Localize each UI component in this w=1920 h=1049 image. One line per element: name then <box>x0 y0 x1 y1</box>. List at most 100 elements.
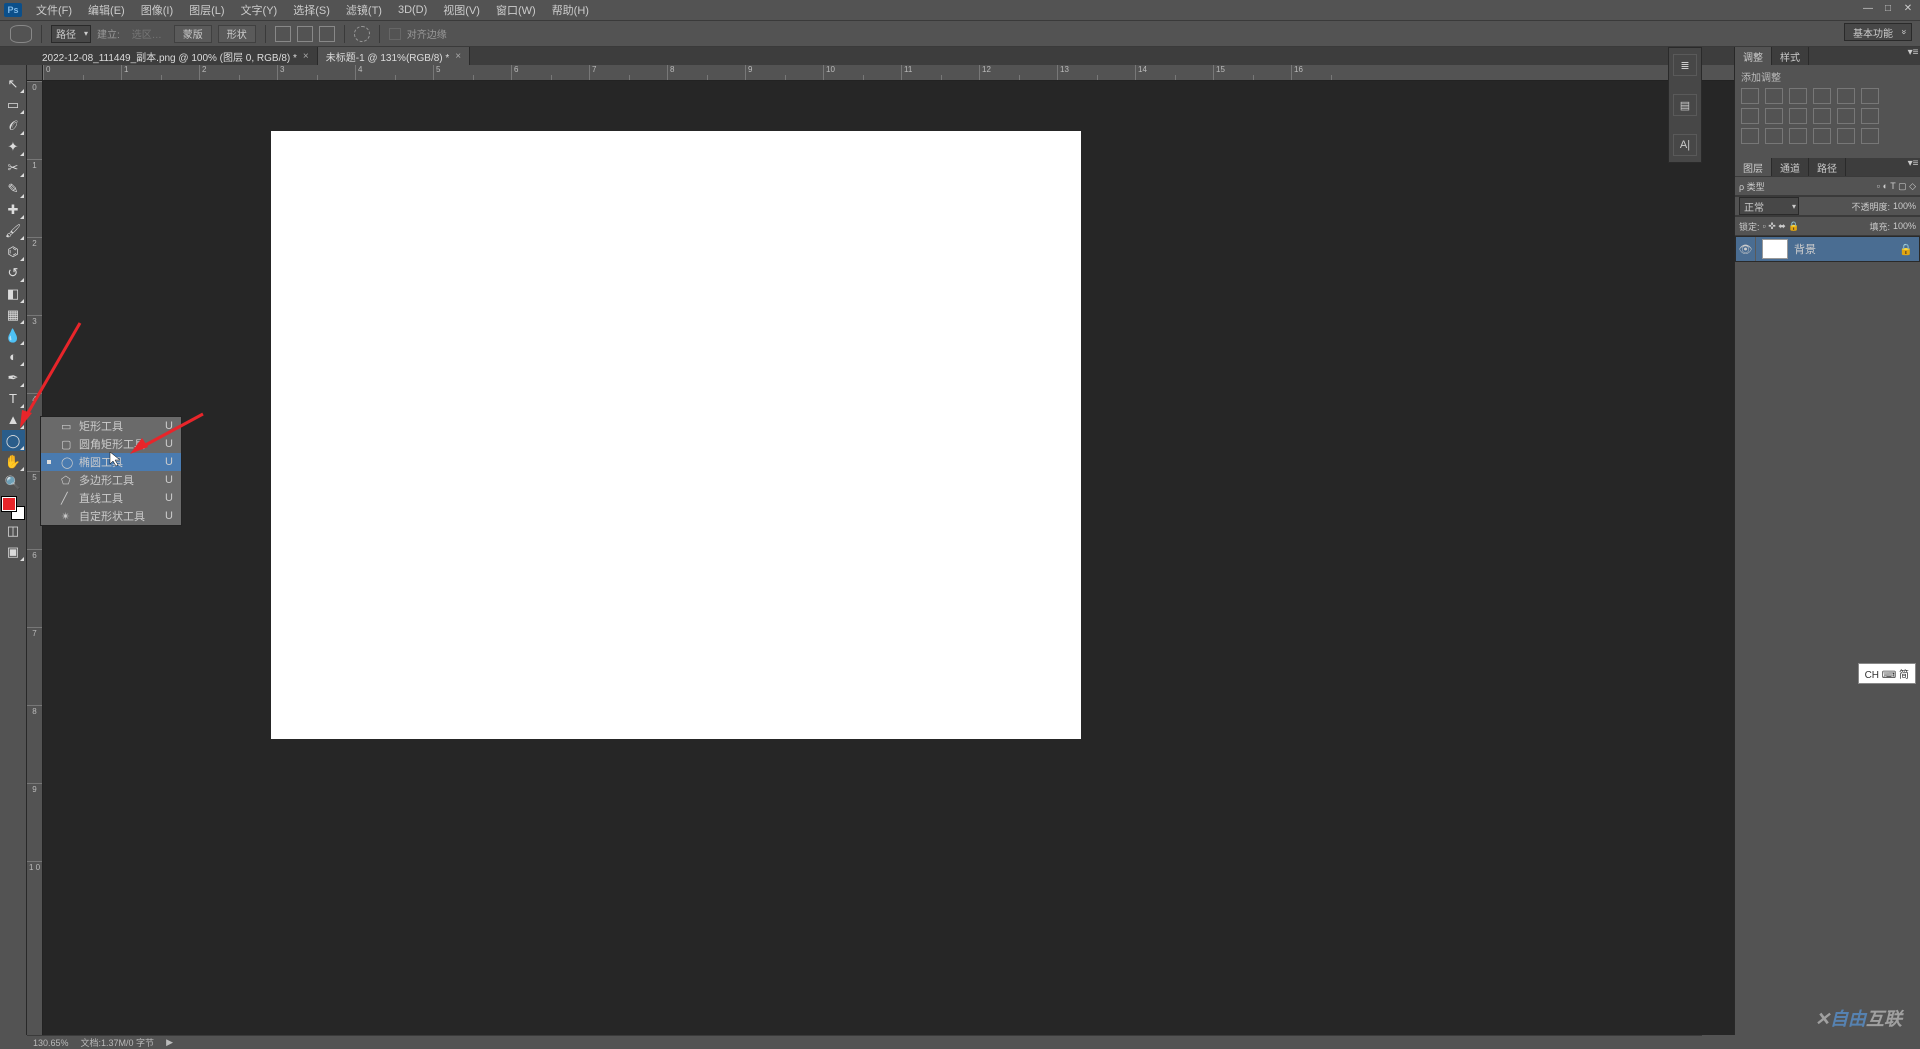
screen-mode-tool[interactable]: ▣ <box>2 541 25 562</box>
ellipse-tool-icon[interactable] <box>10 25 32 43</box>
adjustment-icon[interactable] <box>1861 88 1879 104</box>
workspace-select[interactable]: 基本功能 <box>1844 23 1912 41</box>
tab-1[interactable]: 2022-12-08_111449_副本.png @ 100% (图层 0, R… <box>34 47 318 65</box>
panels: 调整 样式 ▾≡ 添加调整 图层 通道 路径 ▾≡ ρ 类型 ▫ ◐ T ▢ ◇… <box>1734 47 1920 1035</box>
tab-paths[interactable]: 路径 <box>1809 158 1846 176</box>
dock-character-icon[interactable]: A| <box>1673 134 1697 156</box>
adjustment-icon[interactable] <box>1813 88 1831 104</box>
menu-select[interactable]: 选择(S) <box>285 0 338 20</box>
ruler-horizontal[interactable]: 012345678910111213141516 <box>43 65 1920 81</box>
adjustment-icon[interactable] <box>1765 128 1783 144</box>
layer-kind-select[interactable]: ρ 类型 <box>1739 180 1765 193</box>
document-tabs: 2022-12-08_111449_副本.png @ 100% (图层 0, R… <box>0 47 1920 65</box>
fg-color-swatch[interactable] <box>2 497 16 511</box>
menu-view[interactable]: 视图(V) <box>435 0 488 20</box>
tab-channels[interactable]: 通道 <box>1772 158 1809 176</box>
adjustment-icon[interactable] <box>1837 108 1855 124</box>
ime-indicator[interactable]: CH ⌨ 简 <box>1858 663 1916 684</box>
ps-logo: Ps <box>4 3 22 17</box>
adjustment-icon[interactable] <box>1789 88 1807 104</box>
adjustment-icon[interactable] <box>1741 88 1759 104</box>
menu-window[interactable]: 窗口(W) <box>488 0 544 20</box>
dock-color-icon[interactable]: ▤ <box>1673 94 1697 116</box>
adjustment-icon[interactable] <box>1861 128 1879 144</box>
selection-button[interactable]: 选区… <box>126 26 168 41</box>
adjustment-icon[interactable] <box>1813 128 1831 144</box>
heal-tool[interactable]: ✚ <box>2 199 25 220</box>
adjustment-icon[interactable] <box>1741 108 1759 124</box>
stamp-tool[interactable]: ⌬ <box>2 241 25 262</box>
tab-layers[interactable]: 图层 <box>1735 158 1772 176</box>
adjustment-icon[interactable] <box>1837 128 1855 144</box>
maximize-button[interactable]: □ <box>1882 2 1894 14</box>
color-swatches[interactable] <box>2 497 25 520</box>
menu-3d[interactable]: 3D(D) <box>390 0 435 20</box>
adjustment-icon[interactable] <box>1861 108 1879 124</box>
adjustment-icon[interactable] <box>1837 88 1855 104</box>
adjustment-icon[interactable] <box>1789 128 1807 144</box>
menu-edit[interactable]: 编辑(E) <box>80 0 133 20</box>
zoom-level[interactable]: 130.65% <box>33 1038 69 1048</box>
brush-tool[interactable]: 🖌 <box>2 220 25 241</box>
menu-file[interactable]: 文件(F) <box>28 0 80 20</box>
tab-styles[interactable]: 样式 <box>1772 47 1809 65</box>
doc-info-arrow-icon[interactable]: ▶ <box>166 1037 173 1048</box>
layers-panel-menu-icon[interactable]: ▾≡ <box>1906 158 1920 176</box>
tab-2-close-icon[interactable]: × <box>455 51 461 62</box>
adjust-panel-menu-icon[interactable]: ▾≡ <box>1906 47 1920 65</box>
pathop-3-icon[interactable] <box>319 26 335 42</box>
layer-thumbnail[interactable] <box>1762 239 1788 259</box>
adjustment-icon[interactable] <box>1813 108 1831 124</box>
layer-background[interactable]: 👁 背景 🔒 <box>1735 236 1920 262</box>
move-tool[interactable]: ↖ <box>2 73 25 94</box>
opacity-value[interactable]: 100% <box>1893 201 1916 211</box>
fill-value[interactable]: 100% <box>1893 221 1916 231</box>
menu-image[interactable]: 图像(I) <box>133 0 181 20</box>
lasso-tool[interactable]: 𝒪 <box>2 115 25 136</box>
canvas[interactable] <box>271 131 1081 739</box>
marquee-tool[interactable]: ▭ <box>2 94 25 115</box>
adjustment-icon[interactable] <box>1741 128 1759 144</box>
hand-tool[interactable]: ✋ <box>2 451 25 472</box>
ruler-vertical[interactable]: 01234567891 0 <box>27 81 43 1035</box>
tab-1-close-icon[interactable]: × <box>303 51 309 62</box>
mask-button[interactable]: 蒙版 <box>174 25 212 43</box>
adjustment-icon[interactable] <box>1765 108 1783 124</box>
blend-mode-select[interactable]: 正常 <box>1739 197 1799 215</box>
menu-filter[interactable]: 滤镜(T) <box>338 0 390 20</box>
tab-adjustments[interactable]: 调整 <box>1735 47 1772 65</box>
magic-wand-tool[interactable]: ✦ <box>2 136 25 157</box>
align-edges-checkbox[interactable] <box>389 28 401 40</box>
fill-label: 填充: <box>1869 220 1890 233</box>
crop-tool[interactable]: ✂ <box>2 157 25 178</box>
eraser-tool[interactable]: ◧ <box>2 283 25 304</box>
close-button[interactable]: ✕ <box>1902 2 1914 14</box>
pathop-1-icon[interactable] <box>275 26 291 42</box>
flyout-自定形状工具[interactable]: ✴自定形状工具U <box>41 507 181 525</box>
doc-info[interactable]: 文档:1.37M/0 字节 <box>81 1036 155 1049</box>
gear-icon[interactable] <box>354 26 370 42</box>
dock-histogram-icon[interactable]: ≣ <box>1673 54 1697 76</box>
zoom-tool[interactable]: 🔍 <box>2 472 25 493</box>
layer-lock-row: 锁定: ▫ ✜ ⬌ 🔒 填充: 100% <box>1735 216 1920 236</box>
eyedropper-tool[interactable]: ✎ <box>2 178 25 199</box>
menu-help[interactable]: 帮助(H) <box>544 0 597 20</box>
menubar: Ps 文件(F) 编辑(E) 图像(I) 图层(L) 文字(Y) 选择(S) 滤… <box>0 0 1920 20</box>
history-brush-tool[interactable]: ↺ <box>2 262 25 283</box>
flyout-直线工具[interactable]: ╱直线工具U <box>41 489 181 507</box>
shape-tool[interactable]: ◯ <box>2 430 25 451</box>
tab-2[interactable]: 未标题-1 @ 131%(RGB/8) *× <box>318 47 470 65</box>
adjustment-icon[interactable] <box>1789 108 1807 124</box>
pathop-2-icon[interactable] <box>297 26 313 42</box>
lock-label: 锁定: <box>1739 220 1760 233</box>
menu-layer[interactable]: 图层(L) <box>181 0 232 20</box>
flyout-多边形工具[interactable]: ⬠多边形工具U <box>41 471 181 489</box>
adjustment-icon[interactable] <box>1765 88 1783 104</box>
quick-mask-tool[interactable]: ◫ <box>2 520 25 541</box>
menu-type[interactable]: 文字(Y) <box>233 0 286 20</box>
visibility-icon[interactable]: 👁 <box>1736 237 1756 261</box>
tool-mode-select[interactable]: 路径 <box>51 25 91 43</box>
adjust-title: 添加调整 <box>1741 69 1914 84</box>
minimize-button[interactable]: — <box>1862 2 1874 14</box>
shape-button[interactable]: 形状 <box>218 25 256 43</box>
